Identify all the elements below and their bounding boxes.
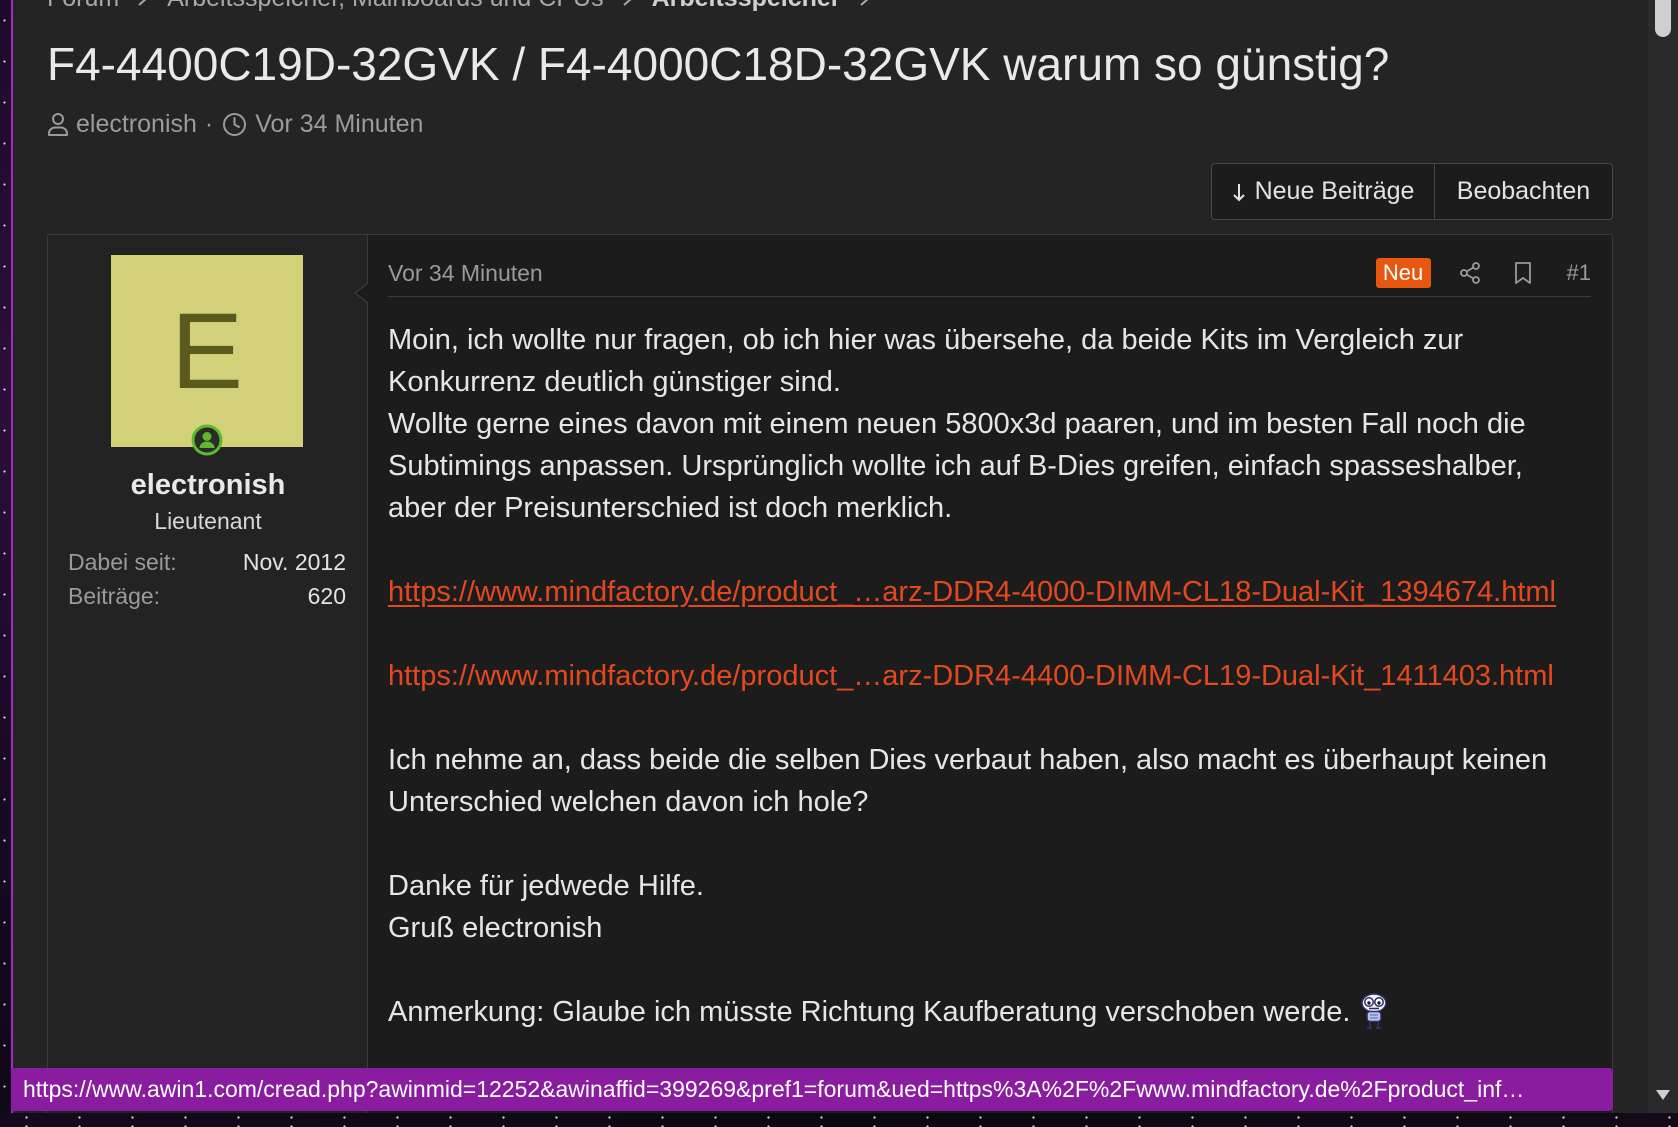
post-number-link[interactable]: #1 [1567,260,1591,286]
online-indicator-icon [191,424,223,456]
smilie-icon [1359,993,1389,1042]
share-icon[interactable] [1458,261,1482,285]
body-note-text: Anmerkung: Glaube ich müsste Richtung Ka… [388,996,1351,1028]
post-header: Vor 34 Minuten Neu #1 [388,258,1591,288]
post-tools: Neu #1 [1375,258,1591,288]
clock-icon [222,112,247,137]
desktop-background-bottom [0,1113,1678,1127]
body-text-line: Danke für jedwede Hilfe. [388,870,704,902]
body-text-line: Ich nehme an, dass beide die selben Dies… [388,744,1548,776]
stat-label: Dabei seit: [68,549,177,575]
body-text-line: aber der Preisunterschied ist doch merkl… [388,492,953,524]
watch-button[interactable]: Beobachten [1435,164,1612,219]
post-message: Vor 34 Minuten Neu #1 Moin, ich wollte n… [368,235,1612,1113]
body-note-line: Anmerkung: Glaube ich müsste Richtung Ka… [388,991,1591,1033]
post-time[interactable]: Vor 34 Minuten [388,260,543,287]
body-text-line: Unterschied welchen davon ich hole? [388,786,869,818]
thread-meta: electronish · Vor 34 Minuten [47,109,423,139]
thread-actions: Neue Beiträge Beobachten [1211,163,1613,220]
scrollbar-thumb[interactable] [1655,0,1671,37]
scroll-down-arrow-icon[interactable] [1655,1088,1671,1100]
user-icon [47,112,69,136]
arrow-down-icon [1232,182,1246,202]
stat-value: Nov. 2012 [242,549,346,575]
breadcrumb-item-subforum[interactable]: Arbeitsspeicher [652,0,841,13]
chevron-right-icon [137,0,149,7]
body-text-line: Wollte gerne eines davon mit einem neuen… [388,408,1526,440]
breadcrumb-item-forum[interactable]: Forum [47,0,119,13]
body-text-line: Konkurrenz deutlich günstiger sind. [388,366,841,398]
product-link-4400[interactable]: https://www.mindfactory.de/product_…arz-… [388,660,1554,692]
meta-separator: · [204,109,214,138]
body-text-line: Moin, ich wollte nur fragen, ob ich hier… [388,324,1464,356]
stat-label: Beiträge: [68,583,161,609]
user-avatar[interactable]: E [111,255,303,447]
browser-status-bar: https://www.awin1.com/cread.php?awinmid=… [11,1068,1613,1111]
thread-start-time[interactable]: Vor 34 Minuten [255,110,423,139]
post-user-panel: E electronish Lieutenant Dabei seit: Nov… [48,235,368,1113]
user-name-link[interactable]: electronish [48,467,368,503]
page-scrollbar[interactable] [1648,0,1678,1113]
post-1: E electronish Lieutenant Dabei seit: Nov… [47,234,1613,1113]
breadcrumb-item-category[interactable]: Arbeitsspeicher, Mainboards und CPUs [167,0,603,13]
user-rank: Lieutenant [154,508,262,534]
chevron-right-icon [622,0,634,7]
stat-row-posts: Beiträge: 620 [68,579,346,613]
stat-value[interactable]: 620 [308,579,346,613]
body-text-line: Subtimings anpassen. Ursprünglich wollte… [388,450,1523,482]
chevron-right-icon [859,0,871,7]
post-header-divider [388,296,1591,297]
product-link-4000[interactable]: https://www.mindfactory.de/product_…arz-… [388,576,1556,608]
stat-row-joined: Dabei seit: Nov. 2012 [68,545,346,579]
breadcrumb: Forum Arbeitsspeicher, Mainboards und CP… [47,0,947,13]
thread-title: F4-4400C19D-32GVK / F4-4000C18D-32GVK wa… [47,38,1390,90]
new-posts-label: Neue Beiträge [1254,177,1415,205]
new-badge: Neu [1375,258,1431,288]
new-posts-button[interactable]: Neue Beiträge [1212,164,1435,219]
thread-author-link[interactable]: electronish [76,110,197,139]
post-body: Moin, ich wollte nur fragen, ob ich hier… [388,319,1591,1033]
desktop-background-left [0,0,11,1127]
body-text-line: Gruß electronish [388,912,603,944]
bookmark-icon[interactable] [1513,261,1533,285]
